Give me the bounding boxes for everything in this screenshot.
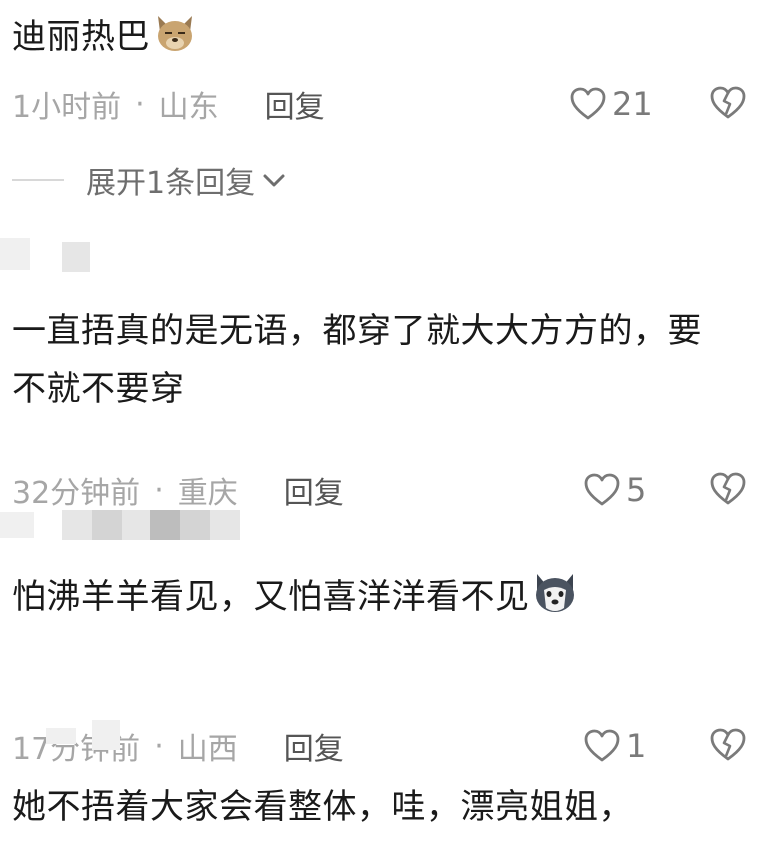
- chevron-down-icon: [263, 174, 285, 187]
- dislike-button[interactable]: [710, 472, 746, 514]
- separator-dot: ·: [154, 728, 164, 764]
- comment-meta: 17分钟前 · 山西 回复 1: [12, 724, 763, 768]
- comment-location: 山西: [177, 732, 238, 767]
- expand-replies-label: 展开1条回复: [86, 166, 256, 201]
- like-button[interactable]: 21: [570, 82, 653, 126]
- comment-location: 山东: [158, 90, 219, 125]
- reply-button[interactable]: 回复: [284, 468, 344, 512]
- comment-time: 17分钟前: [12, 732, 141, 767]
- broken-heart-icon: [710, 472, 746, 505]
- comment: 迪丽热巴: [12, 8, 751, 66]
- reply-button[interactable]: 回复: [265, 82, 325, 126]
- separator-dot: ·: [135, 86, 145, 122]
- dog-face-emoji-icon: [152, 10, 198, 56]
- avatar: [0, 238, 30, 270]
- expand-replies-button[interactable]: 展开1条回复: [12, 158, 287, 202]
- heart-icon: [584, 473, 620, 506]
- comment-meta: 1小时前 · 山东 回复 21: [12, 82, 763, 126]
- comment-text: 怕沸羊羊看见，又怕喜洋洋看不见: [12, 568, 751, 626]
- broken-heart-icon: [710, 728, 746, 761]
- comment-meta: 32分钟前 · 重庆 回复 5: [12, 468, 763, 512]
- like-count: 21: [612, 85, 653, 123]
- heart-icon: [570, 87, 606, 120]
- comment: 她不捂着大家会看整体，哇，漂亮姐姐，: [12, 778, 751, 836]
- avatar: [46, 728, 76, 744]
- comment-text: 迪丽热巴: [12, 8, 751, 66]
- reply-button[interactable]: 回复: [284, 724, 344, 768]
- heart-icon: [584, 729, 620, 762]
- avatar: [0, 512, 34, 538]
- comment: 一直捂真的是无语，都穿了就大大方方的，要不就不要穿: [12, 302, 751, 418]
- like-button[interactable]: 5: [584, 468, 646, 512]
- like-count: 1: [626, 727, 647, 765]
- comment-text: 一直捂真的是无语，都穿了就大大方方的，要不就不要穿: [12, 311, 702, 409]
- comment-location: 重庆: [177, 476, 238, 511]
- comment: 怕沸羊羊看见，又怕喜洋洋看不见: [12, 568, 751, 626]
- separator-dot: ·: [154, 472, 164, 508]
- like-button[interactable]: 1: [584, 724, 646, 768]
- comment-text: 她不捂着大家会看整体，哇，漂亮姐姐，: [12, 787, 633, 827]
- dislike-button[interactable]: [710, 86, 746, 128]
- husky-face-emoji-icon: [532, 570, 578, 616]
- comment-time: 1小时前: [12, 90, 122, 125]
- divider-line: [12, 179, 64, 181]
- like-count: 5: [626, 471, 647, 509]
- comment-time: 32分钟前: [12, 476, 141, 511]
- dislike-button[interactable]: [710, 728, 746, 770]
- broken-heart-icon: [710, 86, 746, 119]
